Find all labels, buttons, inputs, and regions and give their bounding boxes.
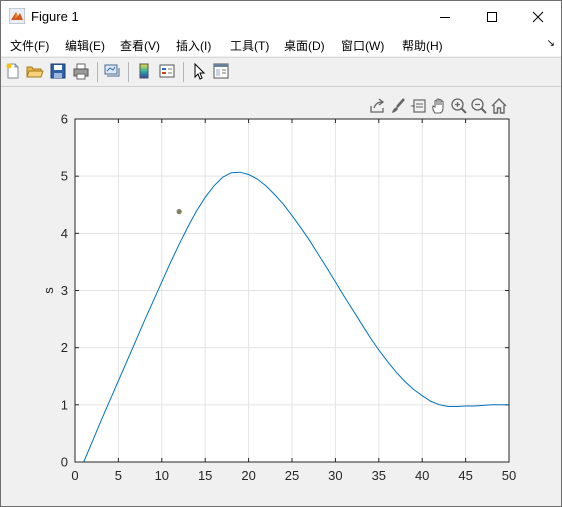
maximize-button[interactable] [469, 1, 515, 32]
figure-window: Figure 1 文件(F) 编辑(E) 查看(V) 插入(I) 工具(T) 桌… [0, 0, 562, 507]
menu-insert[interactable]: 插入(I) [176, 37, 211, 54]
menu-help[interactable]: 帮助(H) [402, 37, 443, 54]
new-figure-icon[interactable] [4, 62, 22, 80]
pointer-icon[interactable] [190, 62, 208, 80]
save-icon[interactable] [49, 62, 67, 80]
y-tick-label: 6 [61, 112, 68, 127]
figure-toolbar [1, 57, 561, 87]
y-tick-label: 0 [61, 455, 68, 470]
menu-file[interactable]: 文件(F) [10, 37, 49, 54]
x-tick-label: 15 [198, 468, 212, 483]
x-tick-label: 25 [285, 468, 299, 483]
colorbar-icon[interactable] [135, 62, 153, 80]
y-tick-label: 5 [61, 169, 68, 184]
x-tick-label: 10 [155, 468, 169, 483]
y-tick-label: 1 [61, 397, 68, 412]
property-editor-icon[interactable] [212, 62, 230, 80]
x-tick-label: 0 [71, 468, 78, 483]
x-tick-label: 20 [241, 468, 255, 483]
x-tick-label: 50 [502, 468, 516, 483]
legend-icon[interactable] [158, 62, 176, 80]
toolbar-separator [183, 62, 184, 82]
y-axis-label: s [41, 287, 56, 294]
x-tick-label: 30 [328, 468, 342, 483]
close-icon [532, 11, 544, 22]
x-tick-label: 45 [458, 468, 472, 483]
x-tick-label: 40 [415, 468, 429, 483]
maximize-icon [487, 11, 497, 22]
x-tick-label: 5 [115, 468, 122, 483]
close-button[interactable] [515, 1, 561, 32]
print-icon[interactable] [72, 62, 90, 80]
y-tick-label: 3 [61, 283, 68, 298]
title-bar[interactable]: Figure 1 [1, 1, 561, 32]
data-marker[interactable] [176, 209, 182, 215]
minimize-icon [440, 16, 450, 18]
menu-edit[interactable]: 编辑(E) [65, 37, 105, 54]
menu-tools[interactable]: 工具(T) [230, 37, 269, 54]
x-tick-label: 35 [372, 468, 386, 483]
window-title: Figure 1 [31, 9, 79, 24]
menu-desktop[interactable]: 桌面(D) [284, 37, 325, 54]
menu-bar: 文件(F) 编辑(E) 查看(V) 插入(I) 工具(T) 桌面(D) 窗口(W… [1, 32, 561, 56]
toolbar-separator [97, 62, 98, 82]
menu-view[interactable]: 查看(V) [120, 37, 160, 54]
open-file-icon[interactable] [26, 62, 44, 80]
menu-window[interactable]: 窗口(W) [341, 37, 384, 54]
menu-overflow-icon[interactable]: ↘ [547, 38, 555, 49]
y-tick-label: 4 [61, 226, 68, 241]
plot-axes[interactable]: 0 5 10 15 20 25 30 35 40 45 500123456s [1, 101, 561, 506]
matlab-logo-icon [9, 8, 25, 24]
minimize-button[interactable] [422, 1, 468, 32]
y-tick-label: 2 [61, 340, 68, 355]
toolbar-separator [128, 62, 129, 82]
link-plot-icon[interactable] [103, 62, 121, 80]
